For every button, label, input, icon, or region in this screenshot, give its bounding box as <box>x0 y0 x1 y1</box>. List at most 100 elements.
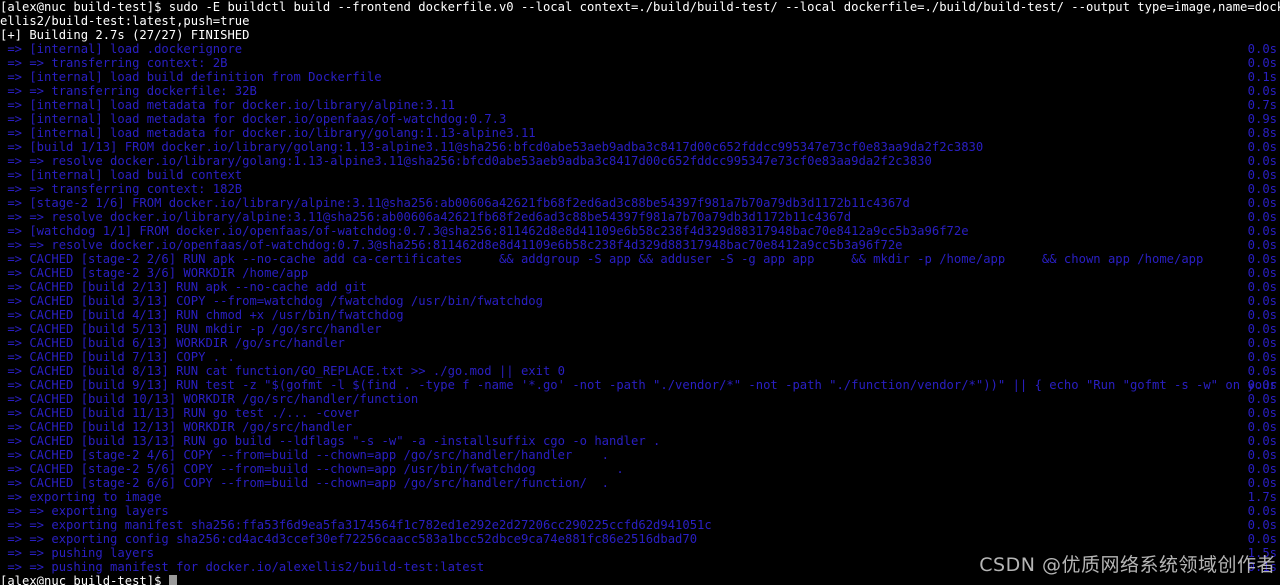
build-log-duration: 0.0s <box>1247 476 1277 490</box>
build-log-duration: 0.7s <box>1247 98 1277 112</box>
build-log-text: => => resolve docker.io/library/golang:1… <box>0 154 932 168</box>
build-log-duration: 0.0s <box>1247 280 1277 294</box>
build-log-line: => CACHED [build 6/13] WORKDIR /go/src/h… <box>0 336 1280 350</box>
command-text-part-1: [alex@nuc build-test]$ sudo -E buildctl … <box>0 0 1280 14</box>
build-log-duration: 0.0s <box>1247 308 1277 322</box>
build-log-duration: 0.0s <box>1247 168 1277 182</box>
build-log-text: => CACHED [stage-2 2/6] RUN apk --no-cac… <box>0 252 1204 266</box>
build-log-line: => CACHED [stage-2 5/6] COPY --from=buil… <box>0 462 1280 476</box>
build-log-duration: 0.0s <box>1247 406 1277 420</box>
build-log-line: => CACHED [build 7/13] COPY . . 0.0s <box>0 350 1280 364</box>
build-log-line: => CACHED [stage-2 2/6] RUN apk --no-cac… <box>0 252 1280 266</box>
build-log-text: => => transferring dockerfile: 32B <box>0 84 257 98</box>
build-log-duration: 0.0s <box>1247 350 1277 364</box>
build-log-text: => [internal] load metadata for docker.i… <box>0 126 536 140</box>
build-log-duration: 0.0s <box>1247 224 1277 238</box>
build-status-line: [+] Building 2.7s (27/27) FINISHED <box>0 28 1280 42</box>
build-log-text: => [internal] load metadata for docker.i… <box>0 98 455 112</box>
build-log-text: => => exporting config sha256:cd4ac4d3cc… <box>0 532 698 546</box>
build-log-duration: 0.0s <box>1247 448 1277 462</box>
build-log-line: => CACHED [build 2/13] RUN apk --no-cach… <box>0 280 1280 294</box>
build-log-line: => CACHED [build 11/13] RUN go test ./..… <box>0 406 1280 420</box>
build-log-line: => CACHED [stage-2 4/6] COPY --from=buil… <box>0 448 1280 462</box>
build-log-duration: 0.0s <box>1247 252 1277 266</box>
build-log-text: => [stage-2 1/6] FROM docker.io/library/… <box>0 196 910 210</box>
build-log-text: => [internal] load .dockerignore <box>0 42 243 56</box>
build-log-duration: 0.0s <box>1247 294 1277 308</box>
build-log-line: => [internal] load .dockerignore 0.0s <box>0 42 1280 56</box>
build-log-line: => CACHED [build 9/13] RUN test -z "$(go… <box>0 378 1280 392</box>
build-log-duration: 0.0s <box>1247 420 1277 434</box>
build-log-line: => exporting to image 1.7s <box>0 490 1280 504</box>
build-log-line: => [internal] load build definition from… <box>0 70 1280 84</box>
csdn-watermark: CSDN @优质网络系统领域创作者 <box>979 554 1276 576</box>
build-log-line: => [internal] load metadata for docker.i… <box>0 98 1280 112</box>
build-log-duration: 0.9s <box>1247 112 1277 126</box>
build-log-duration: 0.0s <box>1247 378 1277 392</box>
build-log-text: => CACHED [stage-2 6/6] COPY --from=buil… <box>0 476 610 490</box>
build-log-text: => exporting to image <box>0 490 162 504</box>
build-log-line: => => resolve docker.io/library/golang:1… <box>0 154 1280 168</box>
build-log-text: => => pushing layers <box>0 546 155 560</box>
command-text-part-2: ellis2/build-test:latest,push=true <box>0 14 250 28</box>
build-log-duration: 0.0s <box>1247 154 1277 168</box>
shell-prompt-text: [alex@nuc build-test]$ <box>0 574 169 585</box>
build-log-text: => CACHED [build 9/13] RUN test -z "$(go… <box>0 378 1280 392</box>
build-log-line: => [internal] load build context 0.0s <box>0 168 1280 182</box>
build-log-duration: 0.0s <box>1247 238 1277 252</box>
build-log-text: => CACHED [stage-2 5/6] COPY --from=buil… <box>0 462 624 476</box>
build-log-duration: 0.1s <box>1247 70 1277 84</box>
build-log-line: => CACHED [stage-2 6/6] COPY --from=buil… <box>0 476 1280 490</box>
build-log-line: => CACHED [build 12/13] WORKDIR /go/src/… <box>0 420 1280 434</box>
build-log-text: => CACHED [build 12/13] WORKDIR /go/src/… <box>0 420 353 434</box>
build-log-line: => => transferring context: 2B 0.0s <box>0 56 1280 70</box>
build-log-text: => CACHED [build 6/13] WORKDIR /go/src/h… <box>0 336 345 350</box>
build-log-line: => => resolve docker.io/library/alpine:3… <box>0 210 1280 224</box>
build-log-line: => => exporting layers 0.0s <box>0 504 1280 518</box>
build-log-duration: 1.7s <box>1247 490 1277 504</box>
build-log-duration: 0.0s <box>1247 518 1277 532</box>
build-log-line: => [internal] load metadata for docker.i… <box>0 126 1280 140</box>
build-log-duration: 0.0s <box>1247 434 1277 448</box>
build-log-text: => CACHED [build 8/13] RUN cat function/… <box>0 364 565 378</box>
build-log-text: => CACHED [build 7/13] COPY . . <box>0 350 235 364</box>
build-log-text: => CACHED [build 10/13] WORKDIR /go/src/… <box>0 392 419 406</box>
build-log-text: => CACHED [build 11/13] RUN go test ./..… <box>0 406 360 420</box>
build-log-text: => [build 1/13] FROM docker.io/library/g… <box>0 140 984 154</box>
command-line-1: [alex@nuc build-test]$ sudo -E buildctl … <box>0 0 1280 14</box>
build-log-text: => CACHED [build 5/13] RUN mkdir -p /go/… <box>0 322 382 336</box>
build-log-line: => => transferring dockerfile: 32B 0.0s <box>0 84 1280 98</box>
build-log-duration: 0.0s <box>1247 336 1277 350</box>
build-log-text: => [internal] load metadata for docker.i… <box>0 112 507 126</box>
build-log-duration: 0.0s <box>1247 266 1277 280</box>
build-log-text: => CACHED [build 3/13] COPY --from=watch… <box>0 294 543 308</box>
build-log-line: => CACHED [stage-2 3/6] WORKDIR /home/ap… <box>0 266 1280 280</box>
build-log-line: => CACHED [build 4/13] RUN chmod +x /usr… <box>0 308 1280 322</box>
build-log-text: => => exporting layers <box>0 504 169 518</box>
build-log-line: => => transferring context: 182B 0.0s <box>0 182 1280 196</box>
build-log-duration: 0.0s <box>1247 182 1277 196</box>
build-log-duration: 0.0s <box>1247 364 1277 378</box>
build-log-line: => CACHED [build 8/13] RUN cat function/… <box>0 364 1280 378</box>
text-cursor <box>168 575 177 585</box>
build-log-duration: 0.8s <box>1247 126 1277 140</box>
build-log-duration: 0.0s <box>1247 392 1277 406</box>
build-log-line: => [internal] load metadata for docker.i… <box>0 112 1280 126</box>
build-log-duration: 0.0s <box>1247 210 1277 224</box>
build-log-duration: 0.0s <box>1247 504 1277 518</box>
build-log-text: => CACHED [stage-2 3/6] WORKDIR /home/ap… <box>0 266 309 280</box>
build-log-line: => CACHED [build 5/13] RUN mkdir -p /go/… <box>0 322 1280 336</box>
build-log-duration: 0.0s <box>1247 322 1277 336</box>
build-log-duration: 0.0s <box>1247 42 1277 56</box>
build-log-text: => [watchdog 1/1] FROM docker.io/openfaa… <box>0 224 969 238</box>
build-log-line: => [watchdog 1/1] FROM docker.io/openfaa… <box>0 224 1280 238</box>
terminal-window[interactable]: [alex@nuc build-test]$ sudo -E buildctl … <box>0 0 1280 585</box>
build-log-line: => [stage-2 1/6] FROM docker.io/library/… <box>0 196 1280 210</box>
build-log-text: => => exporting manifest sha256:ffa53f6d… <box>0 518 712 532</box>
shell-prompt: [alex@nuc build-test]$ <box>0 574 177 585</box>
build-log-text: => => transferring context: 182B <box>0 182 243 196</box>
build-log-text: => CACHED [build 13/13] RUN go build --l… <box>0 434 661 448</box>
build-log-line: => CACHED [build 3/13] COPY --from=watch… <box>0 294 1280 308</box>
build-status-text: [+] Building 2.7s (27/27) FINISHED <box>0 28 250 42</box>
build-log-line: => => resolve docker.io/openfaas/of-watc… <box>0 238 1280 252</box>
